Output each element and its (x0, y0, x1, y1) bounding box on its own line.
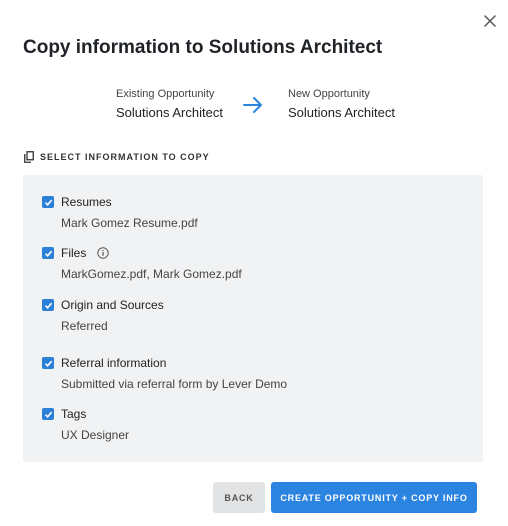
referral-information-label: Referral information (61, 356, 167, 370)
resumes-value: Mark Gomez Resume.pdf (61, 216, 198, 230)
copy-options-panel: Resumes Mark Gomez Resume.pdf Files Mark… (23, 175, 483, 462)
checkmark-icon (44, 302, 52, 309)
tags-checkbox[interactable] (42, 408, 54, 420)
existing-opportunity-caption: Existing Opportunity (116, 88, 215, 100)
referral-information-checkbox[interactable] (42, 357, 54, 369)
info-icon[interactable] (97, 247, 110, 259)
new-opportunity: New Opportunity Solutions Architect (288, 88, 395, 120)
files-label: Files (61, 246, 87, 260)
files-value: MarkGomez.pdf, Mark Gomez.pdf (61, 267, 242, 281)
checkmark-icon (44, 250, 52, 257)
checkmark-icon (44, 360, 52, 367)
new-opportunity-caption: New Opportunity (288, 88, 370, 100)
create-opportunity-copy-info-button[interactable]: CREATE OPPORTUNITY + COPY INFO (271, 482, 477, 513)
close-icon (484, 15, 496, 27)
tags-value: UX Designer (61, 428, 130, 442)
origin-sources-checkbox[interactable] (42, 299, 54, 311)
origin-sources-value: Referred (61, 319, 108, 333)
checkmark-icon (44, 199, 52, 206)
list-item-resumes: Resumes Mark Gomez Resume.pdf (42, 195, 198, 230)
arrow-right-icon (243, 96, 263, 119)
files-checkbox[interactable] (42, 247, 54, 259)
existing-opportunity-name: Solutions Architect (116, 105, 223, 120)
dialog-title: Copy information to Solutions Architect (23, 37, 383, 58)
section-heading: SELECT INFORMATION TO COPY (24, 151, 210, 163)
resumes-checkbox[interactable] (42, 196, 54, 208)
tags-label: Tags (61, 407, 87, 421)
list-item-tags: Tags UX Designer (42, 407, 129, 442)
origin-sources-label: Origin and Sources (61, 298, 164, 312)
checkmark-icon (44, 411, 52, 418)
list-item-referral-information: Referral information Submitted via refer… (42, 356, 287, 391)
list-item-origin-sources: Origin and Sources Referred (42, 298, 164, 333)
list-item-files: Files MarkGomez.pdf, Mark Gomez.pdf (42, 246, 242, 281)
existing-opportunity: Existing Opportunity Solutions Architect (116, 88, 223, 120)
copy-icon (24, 151, 34, 163)
close-button[interactable] (480, 11, 500, 31)
new-opportunity-name: Solutions Architect (288, 105, 395, 120)
referral-information-value: Submitted via referral form by Lever Dem… (61, 377, 288, 391)
resumes-label: Resumes (61, 195, 112, 209)
back-button[interactable]: BACK (213, 482, 265, 513)
section-heading-label: SELECT INFORMATION TO COPY (40, 152, 210, 162)
